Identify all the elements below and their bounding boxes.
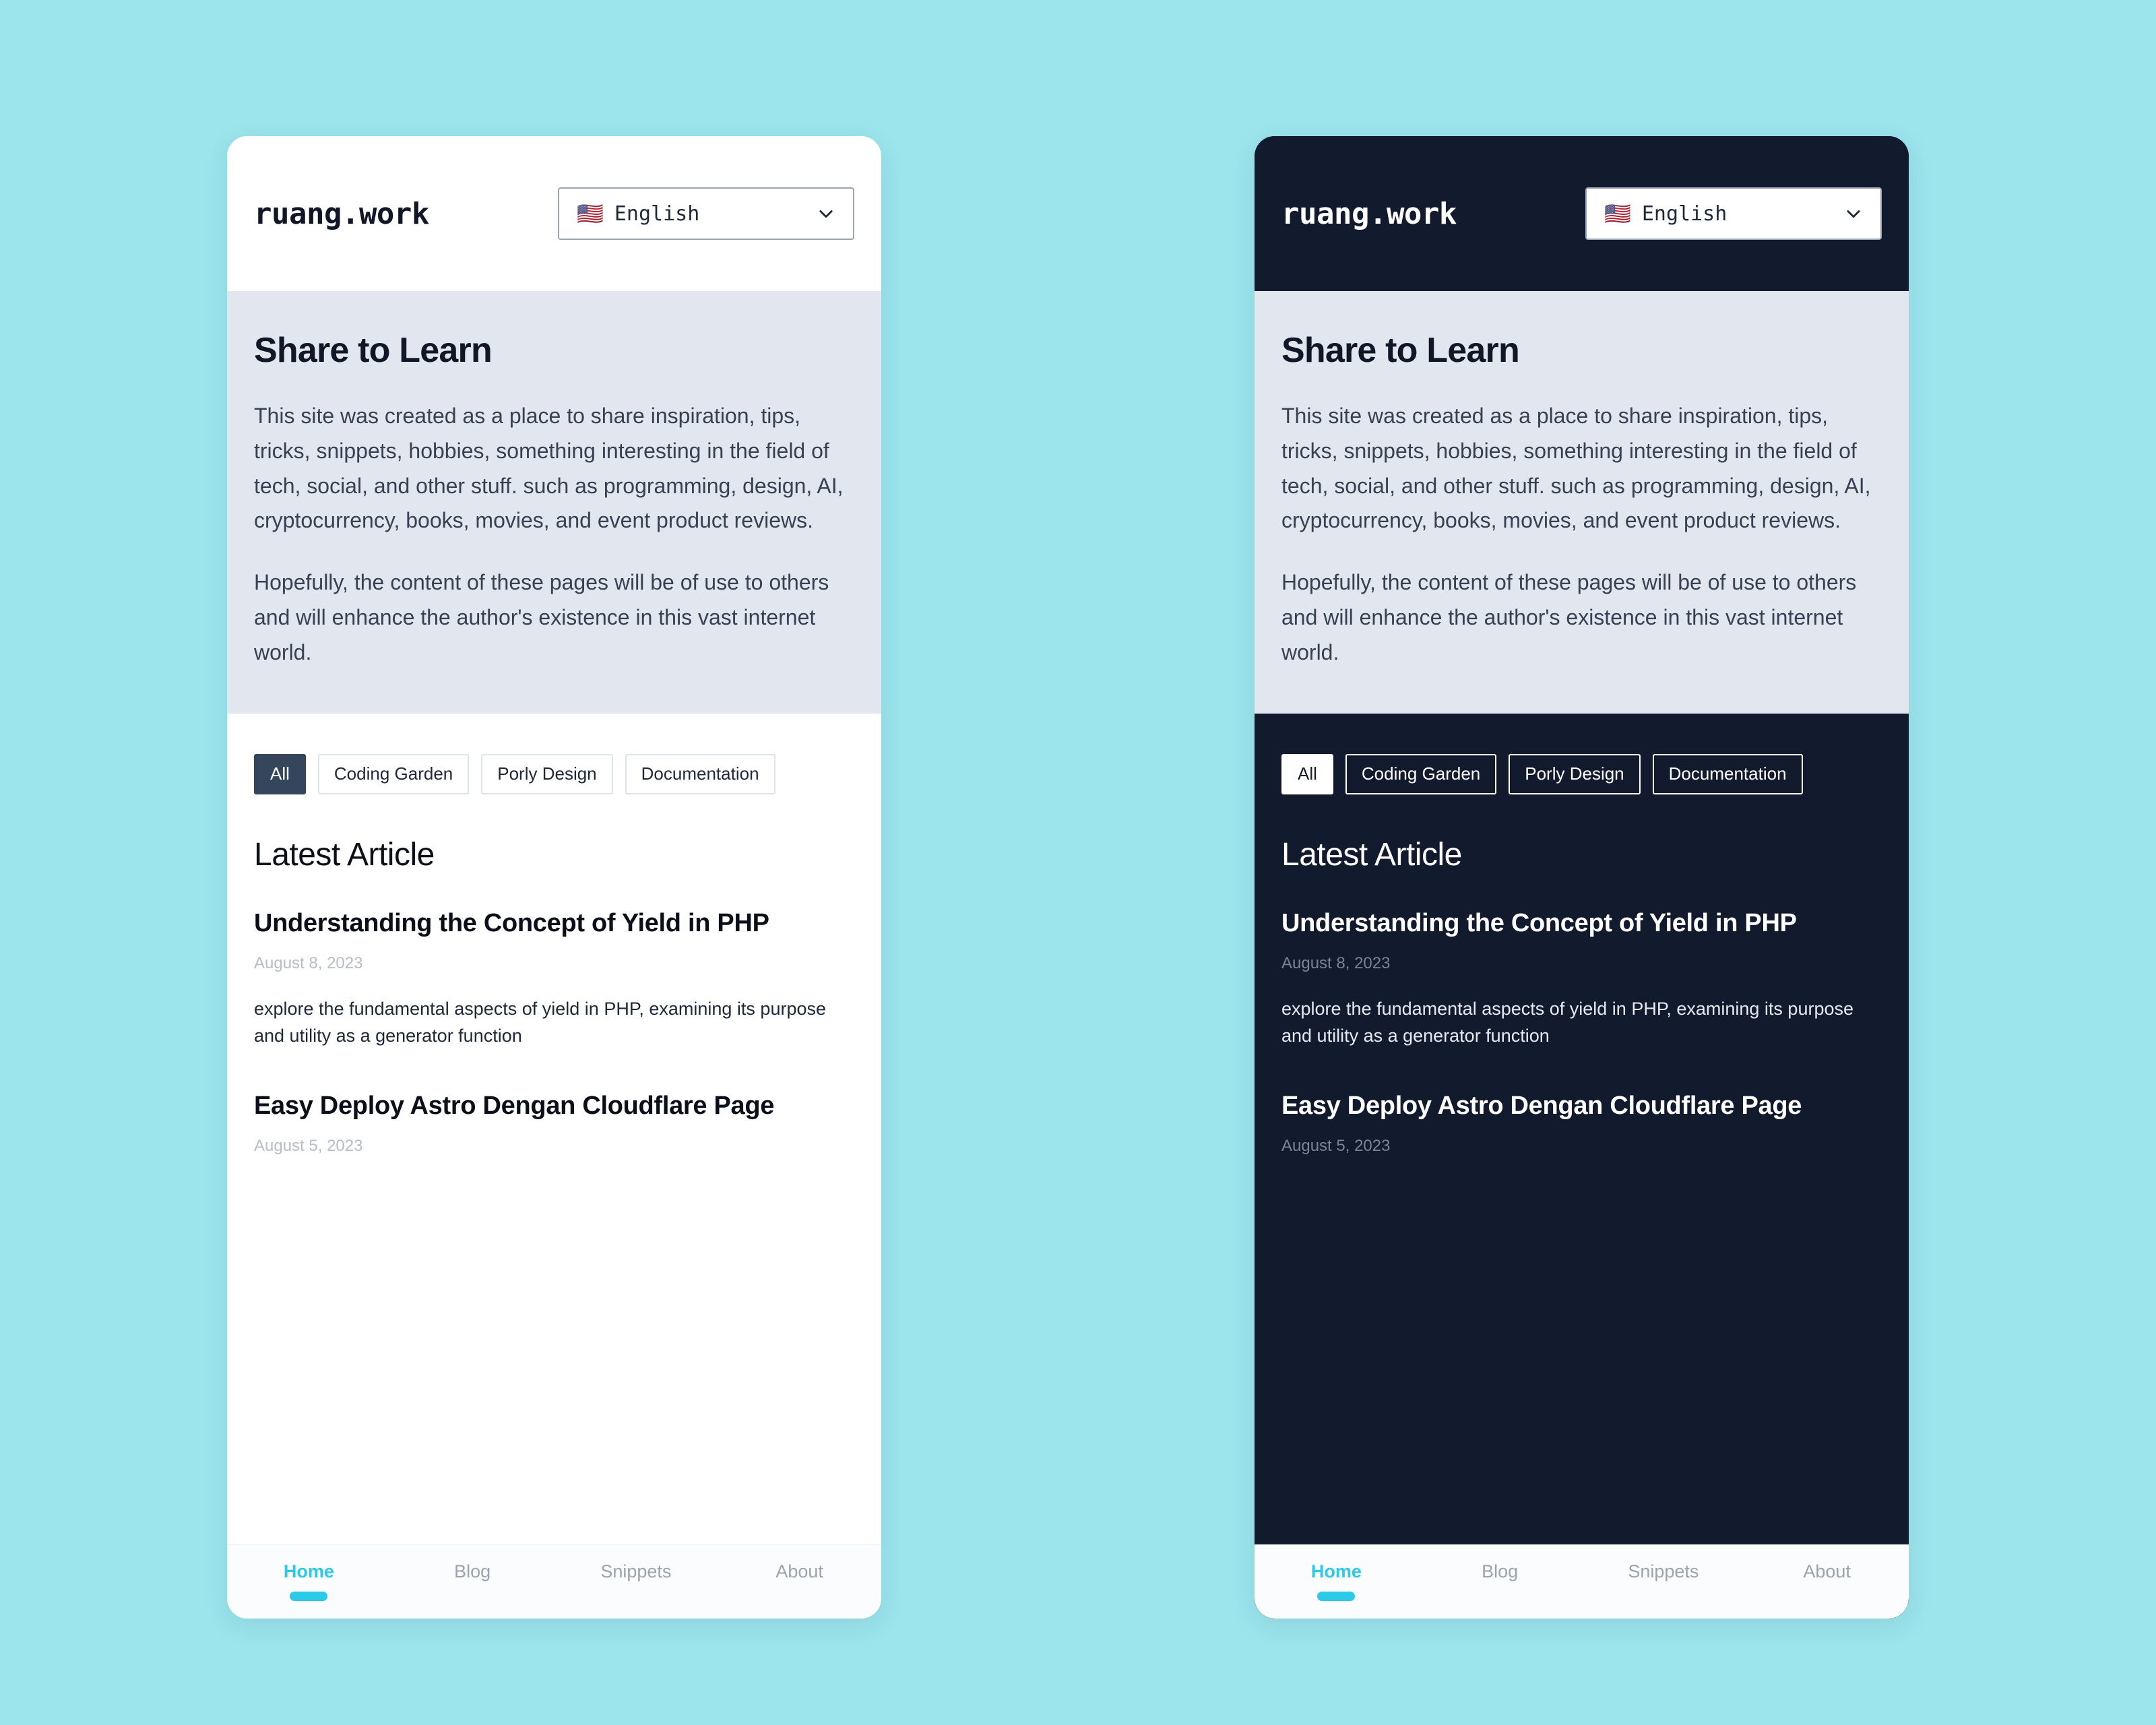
section-title-latest-article: Latest Article [1281, 836, 1462, 873]
hero-section-light: Share to Learn This site was created as … [227, 291, 881, 714]
article-title[interactable]: Understanding the Concept of Yield in PH… [254, 907, 854, 940]
filter-chip-all[interactable]: All [254, 753, 306, 794]
hero-paragraph-2: Hopefully, the content of these pages wi… [254, 570, 829, 664]
active-tab-indicator [290, 1592, 328, 1601]
article-list-item[interactable]: Understanding the Concept of Yield in PH… [1281, 907, 1882, 1049]
article-title[interactable]: Understanding the Concept of Yield in PH… [1281, 907, 1882, 940]
hero-paragraph-2: Hopefully, the content of these pages wi… [1281, 570, 1857, 664]
article-excerpt: explore the fundamental aspects of yield… [1281, 999, 1853, 1046]
tab-about[interactable]: About [1745, 1561, 1909, 1601]
phone-mockup-dark: ruang.work 🇺🇸 English Share to Learn Thi… [1255, 136, 1909, 1619]
filter-chip-coding-garden[interactable]: Coding Garden [1345, 753, 1497, 794]
language-selector[interactable]: 🇺🇸 English [1585, 187, 1882, 240]
bottom-tab-bar-light: Home Blog Snippets About [227, 1544, 881, 1619]
article-excerpt: explore the fundamental aspects of yield… [254, 999, 826, 1046]
tab-snippets[interactable]: Snippets [1582, 1561, 1746, 1601]
tab-snippets-label: Snippets [1628, 1561, 1699, 1581]
active-tab-indicator [1317, 1592, 1356, 1601]
content-body-light: All Coding Garden Porly Design Documenta… [227, 713, 881, 1619]
filter-chip-porly-design[interactable]: Porly Design [1509, 753, 1641, 794]
language-selector-value: English [614, 201, 700, 226]
tab-snippets-label: Snippets [600, 1561, 672, 1581]
tab-home[interactable]: Home [1255, 1561, 1418, 1601]
filter-chip-coding-garden[interactable]: Coding Garden [317, 753, 470, 794]
filter-chip-group: All Coding Garden Porly Design Documenta… [254, 753, 854, 794]
tab-snippets[interactable]: Snippets [554, 1561, 718, 1601]
tab-indicator-placeholder [1481, 1592, 1519, 1601]
chevron-down-icon [819, 210, 833, 218]
tab-blog[interactable]: Blog [1418, 1561, 1582, 1601]
hero-section-dark: Share to Learn This site was created as … [1255, 291, 1909, 714]
phone-mockup-light: ruang.work 🇺🇸 English Share to Learn Thi… [227, 136, 881, 1619]
tab-blog-label: Blog [454, 1561, 491, 1581]
page-title: Share to Learn [1281, 331, 1520, 370]
article-date: August 5, 2023 [1281, 1137, 1391, 1156]
us-flag-icon: 🇺🇸 [577, 201, 604, 226]
chevron-down-icon [1847, 210, 1860, 218]
app-header-dark: ruang.work 🇺🇸 English [1255, 136, 1909, 291]
tab-home-label: Home [1310, 1561, 1362, 1581]
article-list-item[interactable]: Easy Deploy Astro Dengan Cloudflare Page… [1281, 1090, 1882, 1156]
app-header-light: ruang.work 🇺🇸 English [227, 136, 881, 291]
tab-indicator-placeholder [781, 1592, 819, 1601]
filter-chip-all[interactable]: All [1281, 753, 1333, 794]
article-list-item[interactable]: Easy Deploy Astro Dengan Cloudflare Page… [254, 1090, 854, 1156]
language-selector-value: English [1641, 201, 1727, 226]
article-list-item[interactable]: Understanding the Concept of Yield in PH… [254, 907, 854, 1049]
mockup-stage: ruang.work 🇺🇸 English Share to Learn Thi… [0, 0, 2156, 1725]
tab-home-label: Home [283, 1561, 334, 1581]
tab-about[interactable]: About [718, 1561, 881, 1601]
article-title[interactable]: Easy Deploy Astro Dengan Cloudflare Page [1281, 1090, 1882, 1123]
page-title: Share to Learn [254, 331, 493, 370]
hero-paragraph-1: This site was created as a place to shar… [1281, 404, 1871, 533]
tab-indicator-placeholder [617, 1592, 655, 1601]
tab-home[interactable]: Home [227, 1561, 391, 1601]
language-selector[interactable]: 🇺🇸 English [558, 187, 854, 240]
us-flag-icon: 🇺🇸 [1604, 201, 1631, 226]
article-date: August 5, 2023 [254, 1137, 363, 1156]
content-body-dark: All Coding Garden Porly Design Documenta… [1255, 713, 1909, 1619]
filter-chip-porly-design[interactable]: Porly Design [481, 753, 613, 794]
hero-paragraph-1: This site was created as a place to shar… [254, 404, 844, 533]
filter-chip-group: All Coding Garden Porly Design Documenta… [1281, 753, 1882, 794]
section-title-latest-article: Latest Article [254, 836, 435, 873]
tab-about-label: About [775, 1561, 823, 1581]
tab-blog-label: Blog [1482, 1561, 1519, 1581]
brand-logo[interactable]: ruang.work [1281, 197, 1457, 231]
tab-indicator-placeholder [1808, 1592, 1846, 1601]
filter-chip-documentation[interactable]: Documentation [1652, 753, 1803, 794]
tab-about-label: About [1803, 1561, 1851, 1581]
brand-logo[interactable]: ruang.work [254, 197, 429, 231]
filter-chip-documentation[interactable]: Documentation [625, 753, 775, 794]
article-date: August 8, 2023 [1281, 954, 1391, 973]
article-title[interactable]: Easy Deploy Astro Dengan Cloudflare Page [254, 1090, 854, 1123]
tab-indicator-placeholder [1645, 1592, 1682, 1601]
article-date: August 8, 2023 [254, 954, 363, 973]
tab-blog[interactable]: Blog [391, 1561, 554, 1601]
tab-indicator-placeholder [453, 1592, 491, 1601]
bottom-tab-bar-dark: Home Blog Snippets About [1255, 1544, 1909, 1619]
